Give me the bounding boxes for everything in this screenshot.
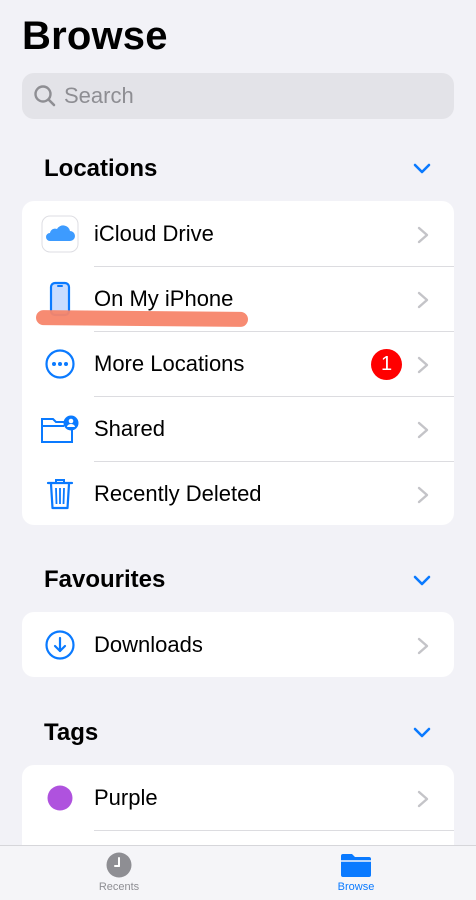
list-item-label: Recently Deleted [94, 480, 262, 506]
chevron-right-icon [417, 421, 429, 439]
tab-label: Browse [337, 881, 375, 893]
locations-list: iCloud Drive On My iPhone More Locations… [22, 201, 454, 525]
annotation-underline [35, 310, 249, 327]
page-title: Browse [22, 14, 168, 58]
search-field[interactable]: Search [22, 73, 454, 119]
list-item-label: More Locations [94, 350, 245, 376]
list-item-label: iCloud Drive [94, 220, 214, 246]
purple-tag-dot [40, 780, 80, 816]
list-item-label: On My iPhone [94, 285, 234, 311]
section-header-tags: Tags [44, 719, 99, 746]
download-circle-icon [40, 627, 80, 663]
section-header-favourites: Favourites [44, 566, 166, 593]
list-item-label: Downloads [94, 631, 203, 657]
folder-icon [341, 854, 371, 877]
list-item-icloud-drive[interactable]: iCloud Drive [22, 201, 454, 266]
chevron-down-icon[interactable] [412, 574, 432, 588]
favourites-list: Downloads [22, 612, 454, 677]
list-item-label: Shared [94, 415, 165, 441]
chevron-down-icon[interactable] [412, 726, 432, 740]
chevron-right-icon [417, 790, 429, 808]
ellipsis-circle-icon [40, 346, 80, 382]
tab-recents[interactable]: Recents [69, 852, 169, 893]
tab-browse[interactable]: Browse [306, 852, 406, 893]
section-header-locations: Locations [44, 155, 158, 182]
chevron-down-icon[interactable] [412, 162, 432, 176]
tab-label: Recents [98, 881, 140, 893]
list-item-purple[interactable]: Purple [22, 765, 454, 830]
chevron-right-icon [417, 637, 429, 655]
search-placeholder: Search [64, 83, 134, 108]
chevron-right-icon [417, 356, 429, 374]
list-item-label: Purple [94, 784, 158, 810]
list-item-shared[interactable]: Shared [22, 396, 454, 461]
search-icon [34, 85, 56, 107]
icloud-icon [40, 215, 80, 253]
tab-bar: Recents Browse [0, 845, 476, 900]
notification-badge: 1 [371, 349, 402, 380]
list-item-more-locations[interactable]: More Locations 1 [22, 331, 454, 396]
list-item-downloads[interactable]: Downloads [22, 612, 454, 677]
clock-icon [106, 852, 132, 878]
chevron-right-icon [417, 226, 429, 244]
shared-folder-icon [40, 411, 80, 447]
list-item-recently-deleted[interactable]: Recently Deleted [22, 461, 454, 525]
chevron-right-icon [417, 486, 429, 504]
chevron-right-icon [417, 291, 429, 309]
trash-icon [40, 476, 80, 512]
